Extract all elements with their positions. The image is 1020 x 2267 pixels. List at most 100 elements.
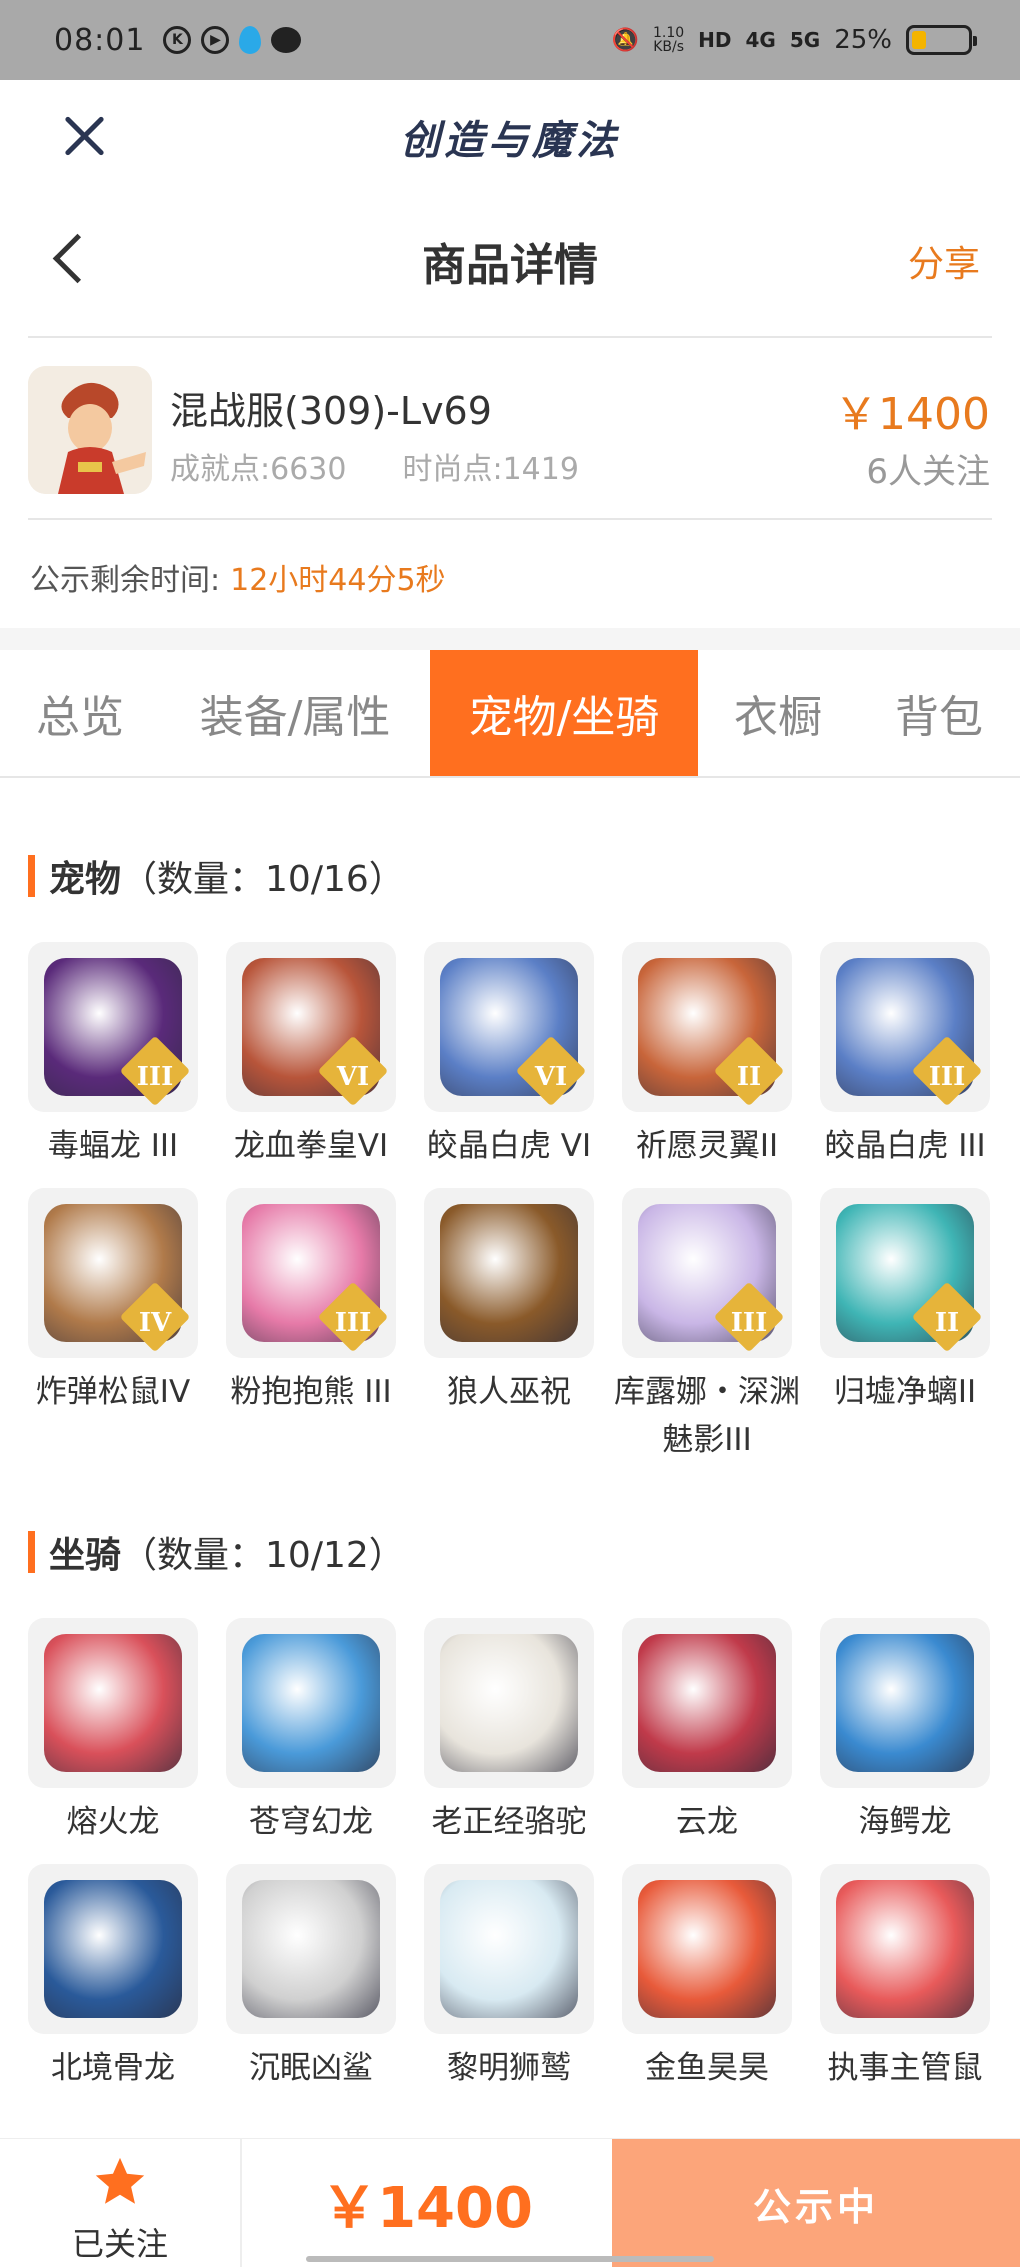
mount-name: 苍穹幻龙 (249, 1804, 373, 1840)
pet-name: 皎晶白虎 III (824, 1128, 986, 1164)
pet-name: 炸弹松鼠IV (35, 1374, 191, 1410)
drop-app-icon (239, 26, 262, 54)
follow-button[interactable]: 已关注 (0, 2139, 242, 2267)
mount-item[interactable]: 老正经骆驼 (424, 1618, 594, 1846)
pet-thumbnail: III (28, 942, 198, 1112)
mount-art-icon (440, 1634, 578, 1772)
mount-item[interactable]: 执事主管鼠 (820, 1864, 990, 2092)
k-app-icon: K (163, 26, 192, 54)
mount-art-icon (638, 1634, 776, 1772)
mount-thumbnail (28, 1864, 198, 2034)
pet-thumbnail: III (820, 942, 990, 1112)
mount-item[interactable]: 沉眠凶鲨 (226, 1864, 396, 2092)
mount-name: 金鱼昊昊 (645, 2050, 769, 2086)
rank-badge-text: II (934, 1308, 960, 1338)
countdown-value: 12小时44分5秒 (230, 563, 446, 598)
rank-badge-text: III (136, 1062, 174, 1092)
pet-thumbnail (424, 1188, 594, 1358)
countdown: 公示剩余时间: 12小时44分5秒 (30, 555, 446, 599)
mount-thumbnail (424, 1618, 594, 1788)
mount-item[interactable]: 熔火龙 (28, 1618, 198, 1846)
countdown-label: 公示剩余时间: (30, 563, 221, 598)
public-status-button[interactable]: 公示中 (612, 2139, 1020, 2267)
mount-art-icon (638, 1880, 776, 2018)
page-header: 商品详情 分享 (0, 195, 1020, 315)
pet-thumbnail: II (820, 1188, 990, 1358)
signal-5g-icon: 5G (789, 28, 821, 52)
mount-art-icon (44, 1880, 182, 2018)
status-time: 08:01 (54, 22, 146, 58)
mount-thumbnail (622, 1864, 792, 2034)
pet-name: 龙血拳皇VI (233, 1128, 389, 1164)
tab-wardrobe[interactable]: 衣橱 (698, 650, 858, 776)
follow-label: 已关注 (71, 2225, 168, 2263)
pet-name: 毒蝠龙 III (47, 1128, 179, 1164)
section-gap (0, 628, 1020, 650)
pet-item[interactable]: II 祈愿灵翼II (622, 942, 792, 1170)
mount-thumbnail (226, 1618, 396, 1788)
character-avatar-art (28, 366, 152, 494)
rank-badge-text: III (334, 1308, 372, 1338)
signal-4g-icon: 4G (745, 28, 776, 52)
mute-bell-icon: 🔕 (611, 27, 639, 53)
mount-name: 执事主管鼠 (827, 2050, 983, 2086)
mount-item[interactable]: 北境骨龙 (28, 1864, 198, 2092)
pet-item[interactable]: VI 龙血拳皇VI (226, 942, 396, 1170)
mount-item[interactable]: 海鳄龙 (820, 1618, 990, 1846)
wechat-icon (271, 27, 302, 53)
pet-item[interactable]: III 皎晶白虎 III (820, 942, 990, 1170)
mount-art-icon (242, 1880, 380, 2018)
mount-thumbnail (622, 1618, 792, 1788)
mount-thumbnail (226, 1864, 396, 2034)
rank-badge-text: III (730, 1308, 768, 1338)
pet-item[interactable]: 狼人巫祝 (424, 1188, 594, 1416)
pet-item[interactable]: III 毒蝠龙 III (28, 942, 198, 1170)
mount-item[interactable]: 黎明狮鹫 (424, 1864, 594, 2092)
divider (28, 336, 992, 338)
pet-name: 粉抱抱熊 III (230, 1374, 392, 1410)
pet-thumbnail: II (622, 942, 792, 1112)
mount-art-icon (836, 1634, 974, 1772)
mount-name: 云龙 (676, 1804, 738, 1840)
mount-art-icon (440, 1880, 578, 2018)
pet-item[interactable]: II 归墟净螭II (820, 1188, 990, 1416)
mount-name: 老正经骆驼 (431, 1804, 587, 1840)
tab-overview[interactable]: 总览 (0, 650, 160, 776)
pet-item[interactable]: III 库露娜・深渊魅影III (614, 1188, 800, 1464)
achievement-points: 成就点:6630 (170, 452, 347, 487)
page-title: 商品详情 (422, 240, 598, 291)
pet-thumbnail: VI (424, 942, 594, 1112)
mount-name: 海鳄龙 (858, 1804, 952, 1840)
pet-art-icon (440, 1204, 578, 1342)
pets-section-title: 宠物 （数量：10/16） (28, 850, 405, 902)
star-icon (95, 2157, 145, 2204)
pet-name: 祈愿灵翼II (635, 1128, 779, 1164)
share-button[interactable]: 分享 (908, 235, 980, 287)
mount-name: 沉眠凶鲨 (249, 2050, 373, 2086)
pet-item[interactable]: IV 炸弹松鼠IV (28, 1188, 198, 1416)
follower-count: 6人关注 (866, 452, 990, 492)
app-title: 创造与魔法 (400, 117, 620, 164)
pet-thumbnail: IV (28, 1188, 198, 1358)
mount-item[interactable]: 金鱼昊昊 (622, 1864, 792, 2092)
product-name: 混战服(309)-Lv69 (170, 389, 492, 433)
mounts-section-title: 坐骑 （数量：10/12） (28, 1526, 405, 1578)
tab-equipment[interactable]: 装备/属性 (160, 650, 430, 776)
pet-thumbnail: VI (226, 942, 396, 1112)
tab-bar: 总览 装备/属性 宠物/坐骑 衣橱 背包 (0, 650, 1020, 778)
tab-pets-mounts[interactable]: 宠物/坐骑 (430, 650, 698, 776)
tab-backpack[interactable]: 背包 (858, 650, 1020, 776)
mount-thumbnail (820, 1864, 990, 2034)
bottom-bar: 已关注 ￥1400 公示中 (0, 2138, 1020, 2267)
home-indicator[interactable] (306, 2256, 714, 2262)
pet-name: 狼人巫祝 (447, 1374, 571, 1410)
battery-icon (906, 25, 977, 55)
mount-item[interactable]: 苍穹幻龙 (226, 1618, 396, 1846)
product-info: 混战服(309)-Lv69 成就点:6630 时尚点:1419 ￥1400 6人… (0, 340, 1020, 520)
mount-item[interactable]: 云龙 (622, 1618, 792, 1846)
pet-item[interactable]: III 粉抱抱熊 III (226, 1188, 396, 1416)
character-avatar (28, 366, 152, 494)
pet-item[interactable]: VI 皎晶白虎 VI (424, 942, 594, 1170)
pet-name: 库露娜・深渊魅影III (614, 1374, 800, 1458)
mount-name: 黎明狮鹫 (447, 2050, 571, 2086)
